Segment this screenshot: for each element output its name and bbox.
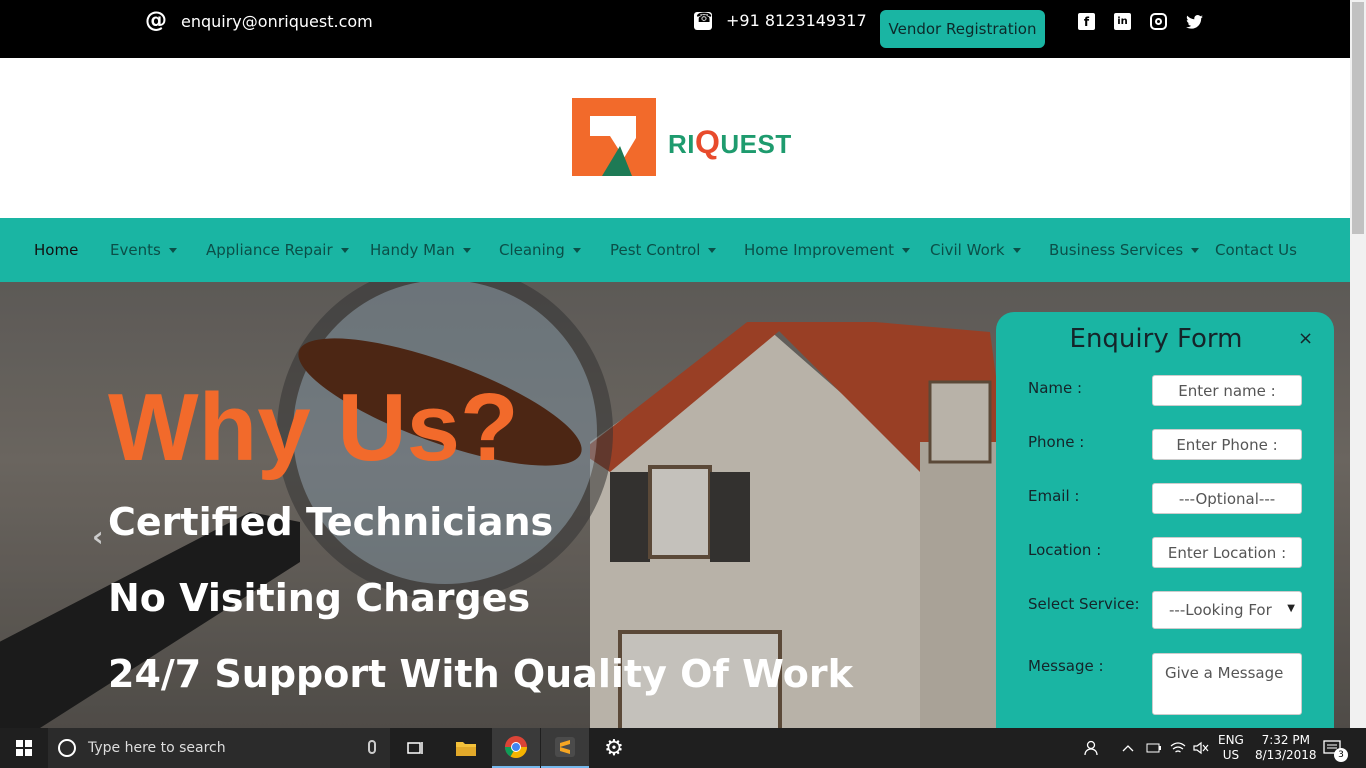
- chevron-down-icon: [901, 247, 910, 253]
- hero-line-2: No Visiting Charges: [108, 576, 531, 620]
- chevron-up-icon[interactable]: [1122, 728, 1134, 768]
- phone-text: +91 8123149317: [726, 11, 867, 30]
- contact-email[interactable]: @ enquiry@onriquest.com: [145, 10, 373, 32]
- scrollbar-thumb[interactable]: [1352, 2, 1364, 234]
- task-view-icon[interactable]: [392, 728, 440, 768]
- chevron-down-icon: [168, 247, 177, 253]
- people-icon[interactable]: [1084, 728, 1102, 768]
- close-icon[interactable]: ×: [1298, 328, 1313, 349]
- volume-muted-icon[interactable]: [1193, 728, 1209, 768]
- chrome-icon[interactable]: [492, 728, 540, 768]
- name-field[interactable]: Enter name :: [1152, 375, 1302, 406]
- email-text: enquiry@onriquest.com: [181, 11, 373, 31]
- linkedin-icon[interactable]: in: [1114, 13, 1131, 30]
- notifications-icon[interactable]: 3: [1322, 728, 1348, 768]
- contact-phone[interactable]: +91 8123149317: [694, 11, 867, 30]
- nav-label: Pest Control: [610, 241, 701, 259]
- nav-cleaning[interactable]: Cleaning: [499, 218, 581, 282]
- nav-contact-us[interactable]: Contact Us: [1215, 218, 1297, 282]
- hero-line-3: 24/7 Support With Quality Of Work: [108, 652, 853, 696]
- location-field[interactable]: Enter Location :: [1152, 537, 1302, 568]
- chevron-down-icon: [462, 247, 471, 253]
- email-label: Email :: [1028, 487, 1080, 505]
- facebook-icon[interactable]: f: [1078, 13, 1095, 30]
- nav-business-services[interactable]: Business Services: [1049, 218, 1200, 282]
- file-explorer-icon[interactable]: [442, 728, 490, 768]
- nav-events[interactable]: Events: [110, 218, 177, 282]
- windows-taskbar: Type here to search ⚙ ENG US 7:32 PM 8/1…: [0, 728, 1366, 768]
- twitter-icon[interactable]: [1186, 13, 1203, 30]
- nav-appliance-repair[interactable]: Appliance Repair: [206, 218, 349, 282]
- nav-label: Cleaning: [499, 241, 565, 259]
- wifi-icon[interactable]: [1170, 728, 1186, 768]
- enquiry-title: Enquiry Form: [1069, 324, 1243, 354]
- phone-icon: [694, 11, 712, 30]
- logo-text-uest: UEST: [720, 129, 792, 159]
- name-label: Name :: [1028, 379, 1083, 397]
- microphone-icon[interactable]: [368, 740, 376, 754]
- nav-home-improvement[interactable]: Home Improvement: [744, 218, 910, 282]
- chevron-down-icon: [572, 247, 581, 253]
- instagram-icon[interactable]: [1150, 13, 1167, 30]
- vendor-registration-button[interactable]: Vendor Registration: [880, 10, 1045, 48]
- service-select[interactable]: ---Looking For ▼: [1152, 591, 1302, 629]
- language-code: ENG: [1218, 733, 1244, 747]
- nav-label: Contact Us: [1215, 241, 1297, 259]
- chevron-down-icon: [708, 247, 717, 253]
- taskbar-search[interactable]: Type here to search: [48, 728, 390, 768]
- notification-count-badge: 3: [1334, 748, 1348, 762]
- taskbar-search-placeholder: Type here to search: [88, 740, 226, 756]
- settings-gear-icon[interactable]: ⚙: [590, 728, 638, 768]
- riquest-logo-icon[interactable]: [572, 98, 662, 178]
- chevron-down-icon: [1012, 247, 1021, 253]
- nav-label: Home Improvement: [744, 241, 894, 259]
- nav-label: Civil Work: [930, 241, 1005, 259]
- nav-label: Handy Man: [370, 241, 455, 259]
- clock-date: 8/13/2018: [1255, 748, 1317, 762]
- nav-label: Events: [110, 241, 161, 259]
- main-nav: Home Events Appliance Repair Handy Man C…: [0, 218, 1350, 282]
- nav-label: Appliance Repair: [206, 241, 333, 259]
- nav-home[interactable]: Home: [34, 218, 78, 282]
- sublime-text-icon[interactable]: [541, 728, 589, 768]
- enquiry-form: Enquiry Form × Name : Enter name : Phone…: [996, 312, 1334, 742]
- nav-pest-control[interactable]: Pest Control: [610, 218, 717, 282]
- windows-start-icon[interactable]: [16, 740, 32, 756]
- carousel-prev-icon[interactable]: ‹: [92, 520, 104, 553]
- service-select-value: ---Looking For: [1169, 601, 1272, 619]
- top-bar: @ enquiry@onriquest.com +91 8123149317 V…: [0, 0, 1350, 58]
- nav-label: Home: [34, 241, 79, 259]
- clock-time: 7:32 PM: [1261, 733, 1310, 747]
- service-label: Select Service:: [1028, 595, 1140, 613]
- clock[interactable]: 7:32 PM 8/13/2018: [1255, 728, 1317, 768]
- nav-label: Business Services: [1049, 241, 1184, 259]
- cortana-icon: [58, 739, 76, 757]
- nav-civil-work[interactable]: Civil Work: [930, 218, 1021, 282]
- message-field[interactable]: Give a Message: [1152, 653, 1302, 715]
- logo-text-ri: RI: [668, 129, 695, 159]
- email-field[interactable]: ---Optional---: [1152, 483, 1302, 514]
- at-icon: @: [145, 8, 167, 33]
- hero-line-1: Certified Technicians: [108, 500, 554, 544]
- riquest-logo-text[interactable]: RIQUEST: [668, 124, 792, 161]
- location-label: Location :: [1028, 541, 1102, 559]
- chevron-down-icon: [340, 247, 349, 253]
- nav-handy-man[interactable]: Handy Man: [370, 218, 471, 282]
- language-region: US: [1222, 748, 1240, 762]
- hero-heading: Why Us?: [108, 374, 519, 481]
- phone-field[interactable]: Enter Phone :: [1152, 429, 1302, 460]
- phone-label: Phone :: [1028, 433, 1085, 451]
- battery-icon[interactable]: [1146, 728, 1162, 768]
- dropdown-arrow-icon: ▼: [1287, 603, 1295, 614]
- message-label: Message :: [1028, 657, 1104, 675]
- chevron-down-icon: [1191, 247, 1200, 253]
- logo-text-q: Q: [695, 124, 721, 160]
- language-indicator[interactable]: ENG US: [1218, 728, 1244, 768]
